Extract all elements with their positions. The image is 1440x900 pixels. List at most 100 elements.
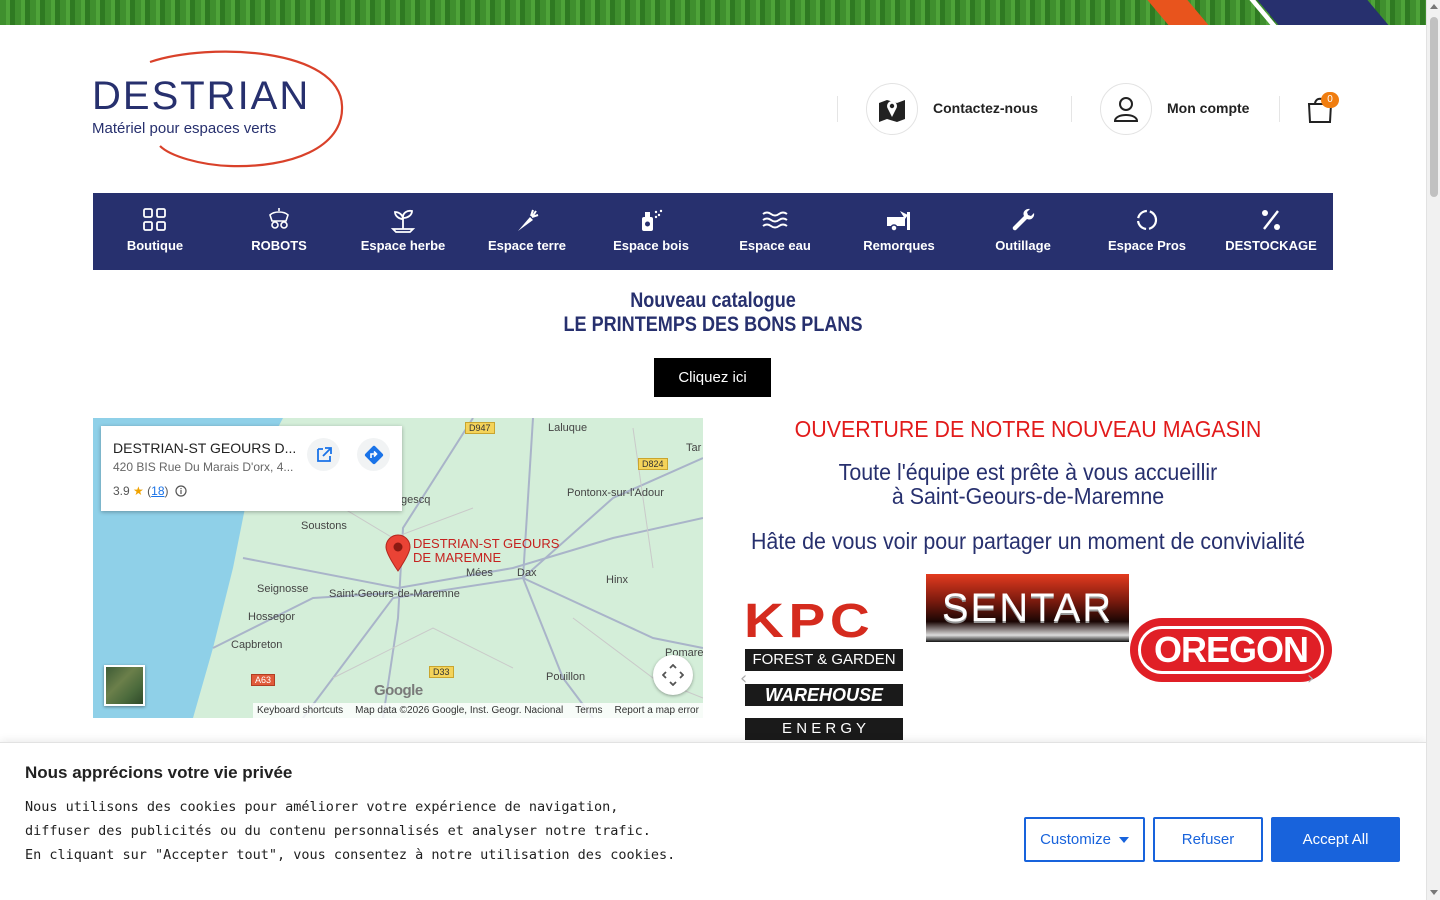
- place-address: 420 BIS Rue Du Marais D'orx, 4...: [113, 460, 294, 474]
- map-place-card: DESTRIAN-ST GEOURS D... 420 BIS Rue Du M…: [101, 426, 402, 511]
- terms-link[interactable]: Terms: [575, 705, 602, 716]
- directions-button[interactable]: [357, 438, 390, 471]
- catalogue-cta-button[interactable]: Cliquez ici: [654, 358, 771, 397]
- nav-item-boutique[interactable]: Boutique: [93, 193, 217, 270]
- nav-item-outillage[interactable]: Outillage: [961, 193, 1085, 270]
- map-town: gescq: [401, 494, 431, 506]
- customize-label: Customize: [1040, 831, 1111, 848]
- cookie-text-line: Nous utilisons des cookies pour améliore…: [25, 799, 619, 815]
- map-town: Hossegor: [248, 611, 296, 623]
- road-badge: D824: [638, 458, 668, 470]
- nav-item-destockage[interactable]: DESTOCKAGE: [1209, 193, 1333, 270]
- store-welcome: Toute l'équipe est prête à vous accueill…: [748, 460, 1308, 508]
- map-town: Capbreton: [231, 639, 283, 651]
- nav-label: Espace terre: [487, 238, 567, 253]
- kpc-band: WAREHOUSE: [745, 684, 903, 706]
- nav-label: Espace herbe: [360, 238, 446, 253]
- nav-label: Boutique: [126, 238, 184, 253]
- nav-label: ROBOTS: [251, 238, 307, 253]
- header-divider: [1071, 96, 1072, 122]
- user-icon: [1113, 97, 1139, 122]
- brand-logo-sentar[interactable]: SENTAR: [926, 574, 1129, 642]
- map-town: Mées: [466, 567, 493, 579]
- header-divider: [1279, 96, 1280, 122]
- external-link-icon: [316, 446, 332, 462]
- road-badge: D947: [465, 422, 495, 434]
- top-banner: [0, 0, 1426, 25]
- info-icon[interactable]: [175, 485, 187, 497]
- scroll-thumb[interactable]: [1430, 17, 1438, 197]
- map-data-attribution: Map data ©2026 Google, Inst. Geogr. Naci…: [355, 705, 564, 716]
- trailer-icon: [887, 211, 910, 232]
- place-name[interactable]: DESTRIAN-ST GEOURS D...: [113, 440, 296, 456]
- map-pin-icon[interactable]: [385, 534, 411, 572]
- pin-label-line: DESTRIAN-ST GEOURS: [413, 536, 560, 551]
- carousel-prev-arrow[interactable]: ‹: [740, 668, 747, 689]
- map-town: Tar: [686, 442, 702, 454]
- store-map[interactable]: Laluque Tar gescq Pontonx-sur-l'Adour So…: [93, 418, 703, 718]
- nav-label: Espace eau: [739, 238, 811, 253]
- store-tagline: Hâte de vous voir pour partager un momen…: [750, 528, 1306, 554]
- kpc-band: FOREST & GARDEN: [745, 649, 903, 671]
- map-pan-button[interactable]: [653, 655, 693, 695]
- carrot-icon: [518, 209, 539, 231]
- account-button[interactable]: [1100, 83, 1152, 135]
- nav-item-espace-herbe[interactable]: Espace herbe: [341, 193, 465, 270]
- nav-item-espace-pros[interactable]: Espace Pros: [1085, 193, 1209, 270]
- header-divider: [837, 96, 838, 122]
- brand-logo-oregon[interactable]: OREGON: [1130, 618, 1332, 682]
- nav-item-robots[interactable]: ROBOTS: [217, 193, 341, 270]
- spray-icon: [642, 209, 663, 231]
- logo[interactable]: DESTRIAN Matériel pour espaces verts: [90, 48, 346, 170]
- logo-name: DESTRIAN: [92, 74, 311, 118]
- nav-item-espace-bois[interactable]: Espace bois: [589, 193, 713, 270]
- page-scrollbar[interactable]: [1426, 0, 1440, 900]
- scroll-up-arrow[interactable]: [1430, 4, 1438, 9]
- cookie-accept-button[interactable]: Accept All: [1271, 817, 1400, 862]
- place-rating: 3.9 ★ (18): [113, 484, 187, 498]
- cookie-title: Nous apprécions votre vie privée: [25, 763, 293, 782]
- satellite-toggle-button[interactable]: [104, 665, 145, 706]
- main-nav: Boutique ROBOTS Espace herbe Espace terr…: [93, 193, 1333, 270]
- map-town: Laluque: [548, 422, 588, 434]
- pin-label-line: DE MAREMNE: [413, 550, 502, 565]
- cookie-text-line: diffuser des publicités ou du contenu pe…: [25, 823, 651, 839]
- move-arrows-icon: [662, 664, 684, 686]
- rating-value: 3.9: [113, 484, 130, 498]
- kpc-letters: KPC: [744, 595, 875, 648]
- caret-down-icon: [1118, 836, 1129, 843]
- nav-item-espace-terre[interactable]: Espace terre: [465, 193, 589, 270]
- cookie-customize-button[interactable]: Customize: [1024, 817, 1145, 862]
- nav-label: DESTOCKAGE: [1225, 238, 1317, 253]
- sprout-icon: [390, 209, 416, 233]
- cookie-text-line: En cliquant sur "Accepter tout", vous co…: [25, 847, 676, 863]
- cookie-consent-banner: Nous apprécions votre vie privée Nous ut…: [0, 742, 1426, 900]
- welcome-line: à Saint-Geours-de-Maremne: [891, 483, 1165, 509]
- brand-logo-kpc[interactable]: KPC FOREST & GARDEN WAREHOUSE E N E R G …: [740, 580, 922, 742]
- nav-item-espace-eau[interactable]: Espace eau: [713, 193, 837, 270]
- keyboard-shortcuts-link[interactable]: Keyboard shortcuts: [257, 705, 343, 716]
- nav-label: Remorques: [863, 238, 935, 253]
- account-link[interactable]: Mon compte: [1167, 100, 1249, 116]
- percent-icon: [1262, 210, 1280, 230]
- nav-item-remorques[interactable]: Remorques: [837, 193, 961, 270]
- cookie-refuse-button[interactable]: Refuser: [1153, 817, 1263, 862]
- map-town: Dax: [517, 567, 537, 579]
- cart-count-badge: 0: [1321, 92, 1339, 108]
- contact-button[interactable]: [866, 83, 918, 135]
- map-town: Saint-Geours-de-Maremne: [329, 588, 460, 600]
- review-count-link[interactable]: 18: [151, 484, 164, 498]
- map-footer: Keyboard shortcuts Map data ©2026 Google…: [253, 703, 703, 718]
- waves-icon: [762, 211, 788, 229]
- map-town: Hinx: [606, 574, 629, 586]
- report-error-link[interactable]: Report a map error: [614, 705, 698, 716]
- map-town: Soustons: [301, 520, 347, 532]
- logo-tagline: Matériel pour espaces verts: [92, 120, 277, 137]
- scroll-down-arrow[interactable]: [1430, 890, 1438, 895]
- star-icon: ★: [133, 484, 144, 498]
- open-in-maps-button[interactable]: [307, 438, 340, 471]
- carousel-next-arrow[interactable]: ›: [1307, 668, 1314, 689]
- contact-link[interactable]: Contactez-nous: [933, 100, 1038, 116]
- nav-label: Espace bois: [613, 238, 689, 253]
- welcome-line: Toute l'équipe est prête à vous accueill…: [838, 459, 1218, 485]
